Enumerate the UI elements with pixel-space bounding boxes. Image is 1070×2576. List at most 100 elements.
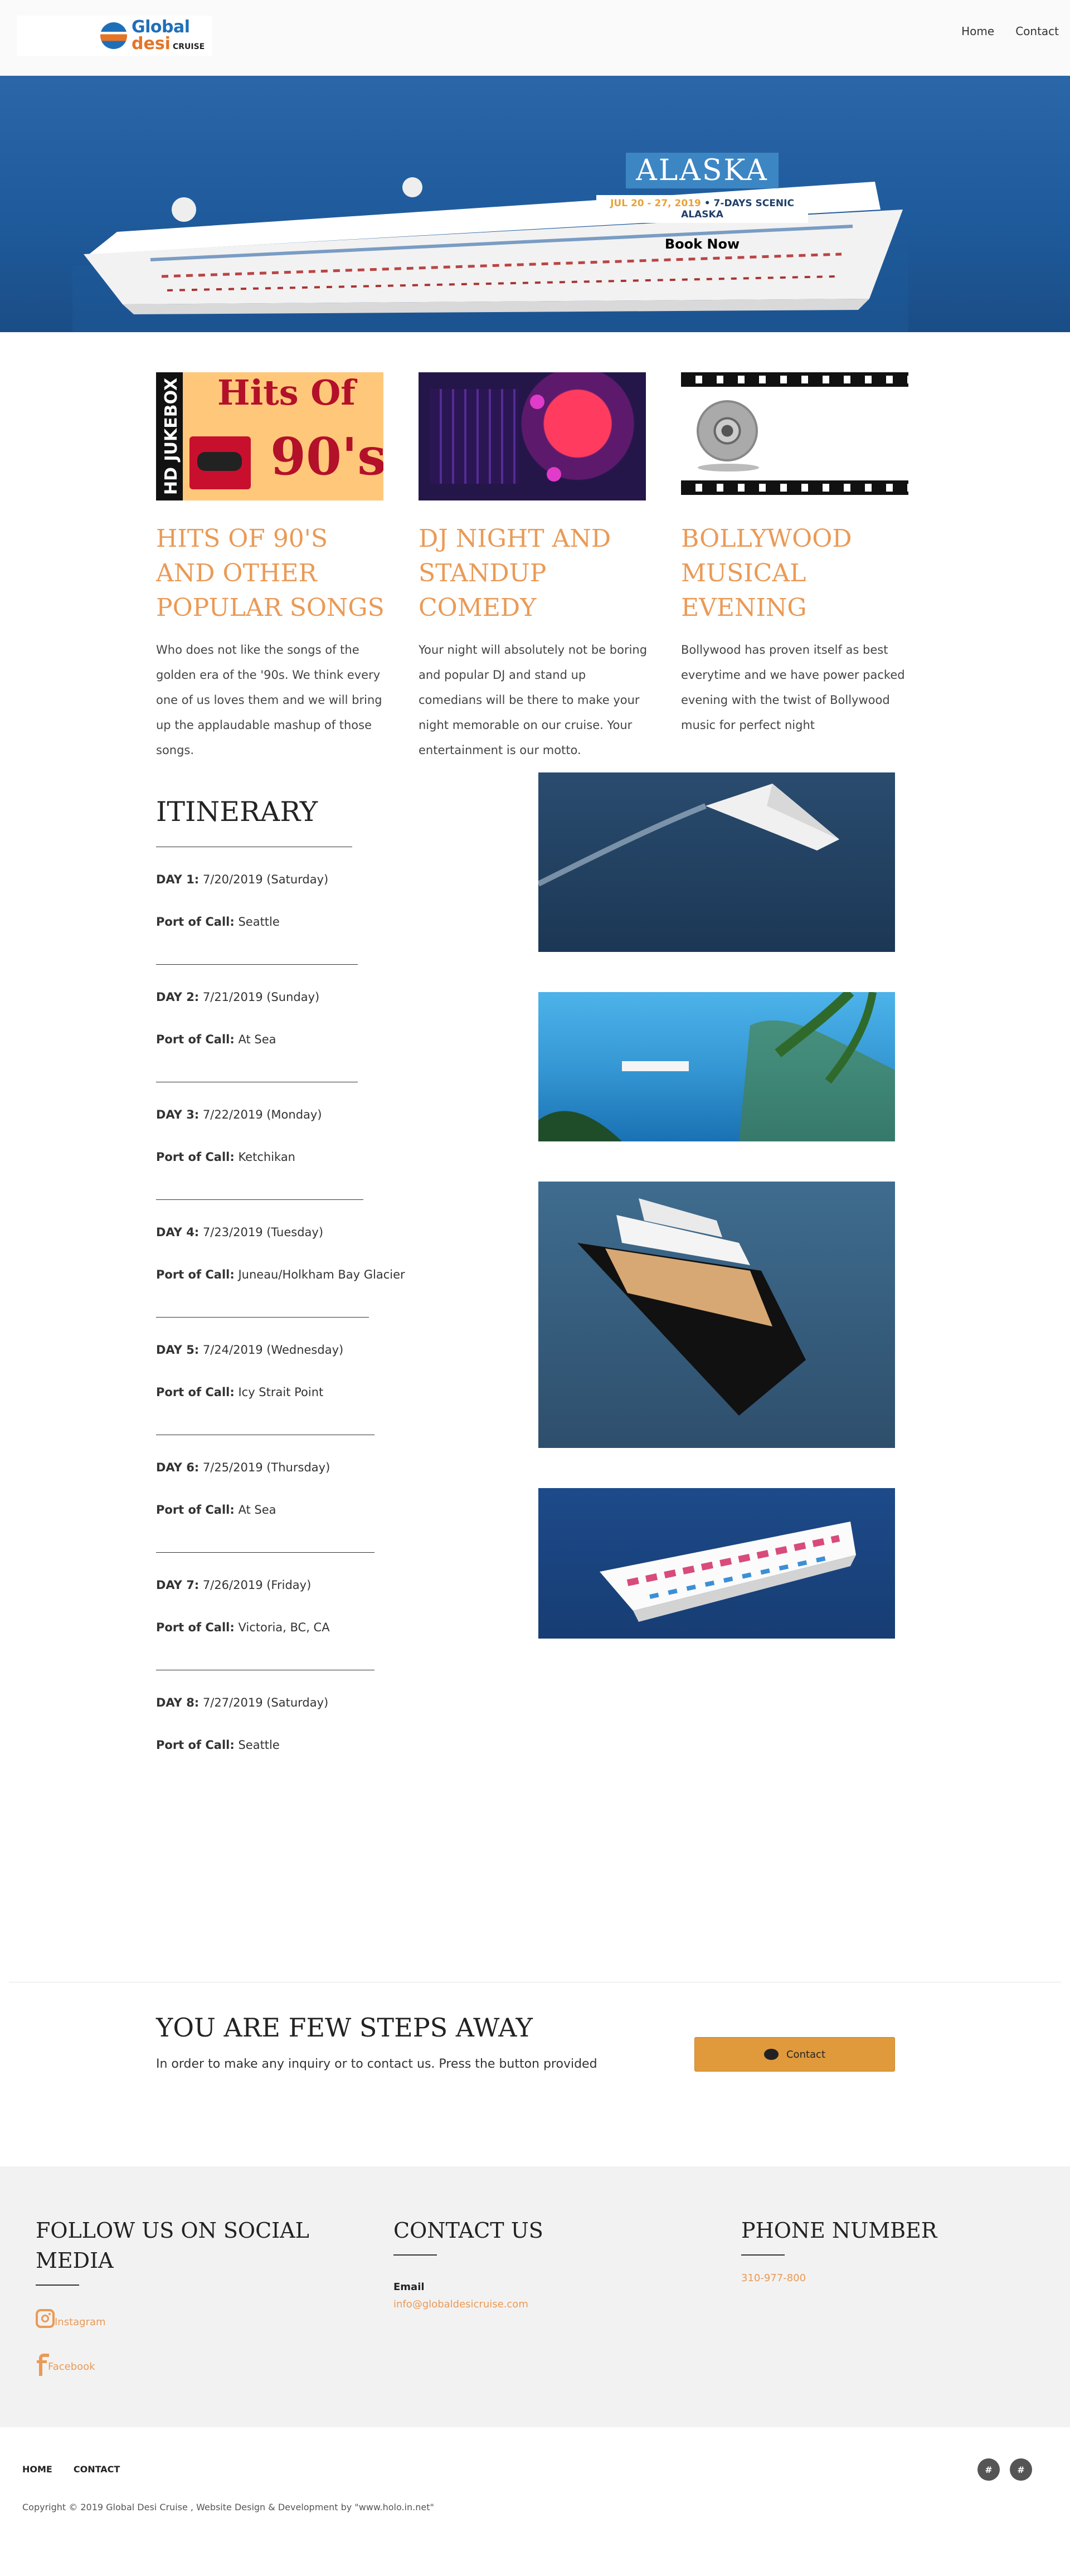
film-reel-icon — [697, 400, 758, 461]
day-label: DAY 1: — [156, 873, 200, 886]
feature-text: Your night will absolutely not be boring… — [419, 643, 648, 757]
port-name: At Sea — [234, 1033, 276, 1046]
itinerary-gallery — [538, 772, 895, 1679]
day-label: DAY 3: — [156, 1108, 200, 1121]
port-label: Port of Call: — [156, 1503, 235, 1517]
port-name: At Sea — [234, 1503, 276, 1517]
feature-card-hits: HD JUKEBOX Hits Of 90's HITS OF 90'S AND… — [156, 372, 389, 772]
film-reel-shadow — [698, 464, 759, 472]
feature-text: Bollywood has proven itself as best ever… — [681, 643, 905, 732]
itinerary-day: DAY 6: 7/25/2019 (Thursday) Port of Call… — [156, 1435, 502, 1553]
footer-social-title: FOLLOW US ON SOCIAL MEDIA — [36, 2218, 309, 2273]
footer-phone-column: PHONE NUMBER 310-977-800 — [741, 2215, 937, 2284]
facebook-icon — [36, 2351, 49, 2376]
phone-link[interactable]: 310-977-800 — [741, 2272, 937, 2284]
port-name: Juneau/Holkham Bay Glacier — [234, 1268, 405, 1281]
luxury-yacht-image — [538, 1182, 895, 1448]
footer-social-button[interactable]: # — [977, 2458, 1000, 2481]
day-label: DAY 7: — [156, 1578, 200, 1592]
port-label: Port of Call: — [156, 1738, 235, 1752]
feature-card-bollywood: BOLLYWOOD MUSICAL EVENING Bollywood has … — [681, 372, 914, 772]
day-label: DAY 5: — [156, 1343, 200, 1357]
contact-button-label: Contact — [786, 2048, 826, 2060]
dj-knob — [547, 467, 561, 482]
hd-jukebox-label: HD JUKEBOX — [162, 377, 181, 495]
footer-phone-title: PHONE NUMBER — [741, 2218, 937, 2243]
site-logo[interactable]: Global desi CRUISE — [17, 16, 212, 56]
hero-dates: JUL 20 - 27, 2019 • 7-DAYS SCENIC ALASKA — [596, 195, 808, 223]
port-label: Port of Call: — [156, 1268, 235, 1281]
contact-button[interactable]: Contact — [694, 2037, 895, 2072]
day-date: 7/20/2019 (Saturday) — [199, 873, 329, 886]
itinerary-section: ITINERARY DAY 1: 7/20/2019 (Saturday) Po… — [156, 772, 914, 1982]
day-date: 7/27/2019 (Saturday) — [199, 1696, 329, 1709]
nav-contact-link[interactable]: Contact — [1015, 25, 1059, 38]
nav-home-link[interactable]: Home — [961, 25, 994, 38]
feature-title: DJ NIGHT AND STANDUP COMEDY — [419, 524, 611, 622]
day-date: 7/25/2019 (Thursday) — [199, 1461, 330, 1474]
footer-rule — [36, 2285, 79, 2286]
day-date: 7/23/2019 (Tuesday) — [199, 1226, 324, 1239]
hero-banner: ALASKA JUL 20 - 27, 2019 • 7-DAYS SCENIC… — [0, 76, 1070, 332]
facebook-link[interactable]: Facebook — [36, 2351, 325, 2376]
port-name: Seattle — [234, 915, 280, 929]
feature-title: HITS OF 90'S AND OTHER POPULAR SONGS — [156, 524, 385, 622]
footer-rule — [741, 2254, 785, 2256]
footer-home-link[interactable]: HOME — [22, 2464, 52, 2475]
port-name: Victoria, BC, CA — [234, 1621, 330, 1634]
itinerary-day: DAY 5: 7/24/2019 (Wednesday) Port of Cal… — [156, 1318, 502, 1435]
instagram-link[interactable]: Instagram — [36, 2309, 325, 2328]
itinerary-title: ITINERARY — [156, 796, 318, 828]
logo-globe-icon — [100, 22, 127, 49]
film-strip-top — [681, 372, 908, 387]
hero-overlay: ALASKA JUL 20 - 27, 2019 • 7-DAYS SCENIC… — [596, 153, 808, 252]
chat-bubble-icon — [763, 2049, 779, 2060]
book-now-button[interactable]: Book Now — [665, 236, 740, 252]
footer-bottom: HOME CONTACT Copyright © 2019 Global Des… — [0, 2427, 1070, 2539]
footer-social-buttons: # # — [977, 2458, 1032, 2481]
footer-rule — [393, 2254, 437, 2256]
itinerary-day: DAY 2: 7/21/2019 (Sunday) Port of Call: … — [156, 965, 502, 1082]
footer-contact-title: CONTACT US — [393, 2218, 543, 2243]
port-name: Icy Strait Point — [234, 1386, 324, 1399]
footer-social-column: FOLLOW US ON SOCIAL MEDIA Instagram Face… — [36, 2215, 325, 2376]
footer-nav: HOME CONTACT — [22, 2464, 120, 2475]
day-date: 7/26/2019 (Friday) — [199, 1578, 312, 1592]
feature-text: Who does not like the songs of the golde… — [156, 643, 382, 757]
features-section: HD JUKEBOX Hits Of 90's HITS OF 90'S AND… — [156, 332, 914, 772]
feature-card-dj: DJ NIGHT AND STANDUP COMEDY Your night w… — [419, 372, 651, 772]
port-label: Port of Call: — [156, 1033, 235, 1046]
day-label: DAY 4: — [156, 1226, 200, 1239]
hits-of-90s-image: HD JUKEBOX Hits Of 90's — [156, 372, 383, 500]
hd-jukebox-strip: HD JUKEBOX — [156, 372, 183, 500]
footer-social-button[interactable]: # — [1010, 2458, 1032, 2481]
logo-desi-text: desi — [132, 34, 171, 54]
port-label: Port of Call: — [156, 1386, 235, 1399]
instagram-label: Instagram — [55, 2316, 106, 2328]
logo-cruise-text: CRUISE — [172, 42, 205, 51]
day-label: DAY 6: — [156, 1461, 200, 1474]
cta-text: In order to make any inquiry or to conta… — [156, 2057, 597, 2071]
instagram-icon — [36, 2309, 55, 2328]
dj-mixer-graphic — [430, 389, 519, 484]
film-strip-bottom — [681, 480, 908, 495]
cta-section: YOU ARE FEW STEPS AWAY In order to make … — [156, 1982, 914, 2154]
ship-at-sea-image — [538, 772, 895, 952]
footer-info: FOLLOW US ON SOCIAL MEDIA Instagram Face… — [0, 2166, 1070, 2427]
feature-title: BOLLYWOOD MUSICAL EVENING — [681, 524, 852, 622]
port-label: Port of Call: — [156, 1621, 235, 1634]
itinerary-day: DAY 8: 7/27/2019 (Saturday) Port of Call… — [156, 1670, 502, 1752]
port-label: Port of Call: — [156, 1150, 235, 1164]
day-label: DAY 2: — [156, 990, 200, 1004]
email-link[interactable]: info@globaldesicruise.com — [393, 2298, 543, 2310]
dj-night-image — [419, 372, 646, 500]
dj-knob — [530, 395, 544, 409]
hits-of-label: Hits Of — [217, 372, 356, 413]
day-date: 7/21/2019 (Sunday) — [199, 990, 320, 1004]
itinerary-day: DAY 4: 7/23/2019 (Tuesday) Port of Call:… — [156, 1200, 502, 1318]
copyright-text: Copyright © 2019 Global Desi Cruise , We… — [22, 2502, 434, 2512]
email-label: Email — [393, 2281, 425, 2293]
film-reel-image — [681, 372, 908, 500]
day-date: 7/24/2019 (Wednesday) — [199, 1343, 344, 1357]
footer-contact-link[interactable]: CONTACT — [74, 2464, 120, 2475]
